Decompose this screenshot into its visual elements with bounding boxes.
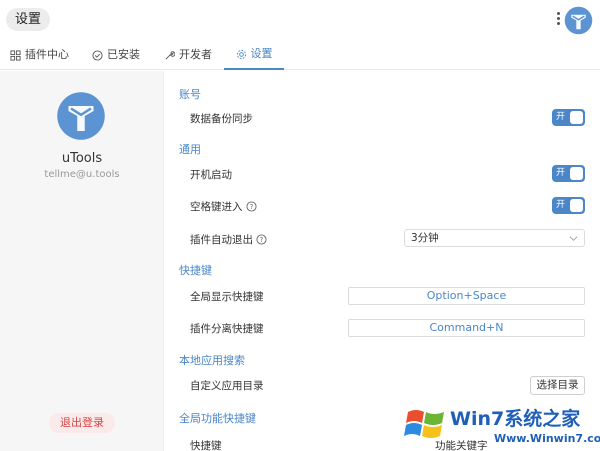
space-label-text: 空格键进入 — [190, 201, 243, 213]
global-show-label: 全局显示快捷键 — [190, 289, 264, 304]
tab-installed[interactable]: 已安装 — [92, 40, 140, 70]
settings-content: 账号 数据备份同步 开 通用 开机启动 开 空格键进入 ? 开 插件自动退出 ?… — [165, 71, 600, 451]
help-icon[interactable]: ? — [245, 201, 257, 212]
toggle-text: 开 — [556, 200, 566, 210]
main-tabs: 插件中心 已安装 开发者 设置 — [0, 40, 600, 70]
backup-label-text: 数据备份同步 — [190, 113, 253, 125]
global-show-label-text: 全局显示快捷键 — [190, 291, 264, 303]
wrench-icon — [165, 50, 175, 59]
svg-text:?: ? — [249, 203, 253, 211]
global-show-hotkey-input[interactable]: Option+Space — [348, 287, 585, 305]
watermark-url: Www.Winwin7.com — [494, 432, 600, 445]
toggle-text: 开 — [556, 112, 566, 122]
tab-plugin-center[interactable]: 插件中心 — [10, 40, 69, 70]
tab-settings[interactable]: 设置 — [224, 40, 284, 70]
app-name: uTools — [61, 151, 103, 166]
detach-label-text: 插件分离快捷键 — [190, 323, 264, 335]
gear-icon — [236, 49, 246, 59]
auto-exit-label-text: 插件自动退出 — [190, 234, 253, 246]
utools-logo-icon — [57, 92, 105, 140]
tab-label: 插件中心 — [25, 48, 69, 61]
svg-text:?: ? — [260, 236, 264, 244]
custom-dir-label: 自定义应用目录 — [190, 378, 264, 393]
backup-label: 数据备份同步 — [190, 111, 253, 126]
startup-toggle[interactable]: 开 — [552, 165, 585, 182]
custom-dir-label-text: 自定义应用目录 — [190, 380, 264, 392]
backup-toggle[interactable]: 开 — [552, 109, 585, 126]
grid-icon — [10, 49, 21, 61]
watermark-title: Win7系统之家 — [450, 408, 581, 430]
watermark: Win7系统之家 Www.Winwin7.com — [402, 400, 600, 451]
windows-logo-icon — [404, 410, 444, 438]
toggle-knob — [570, 167, 583, 180]
logout-button[interactable]: 退出登录 — [49, 413, 115, 433]
auto-exit-select[interactable]: 3分钟 — [404, 229, 585, 247]
chevron-down-icon — [569, 236, 578, 241]
select-value: 3分钟 — [411, 232, 439, 244]
tab-developer[interactable]: 开发者 — [164, 40, 212, 70]
toggle-knob — [570, 199, 583, 212]
check-circle-icon — [92, 49, 103, 61]
detach-hotkey-input[interactable]: Command+N — [348, 319, 585, 337]
toggle-knob — [570, 111, 583, 124]
section-title-hotkeys: 快捷键 — [179, 264, 212, 277]
section-title-general: 通用 — [179, 143, 201, 156]
detach-label: 插件分离快捷键 — [190, 321, 264, 336]
help-icon[interactable]: ? — [256, 234, 267, 245]
section-title-local-search: 本地应用搜索 — [179, 354, 245, 367]
auto-exit-label: 插件自动退出 ? — [190, 232, 267, 247]
more-vertical-icon[interactable] — [553, 10, 563, 30]
choose-directory-button[interactable]: 选择目录 — [530, 376, 585, 395]
sidebar: uTools tellme@u.tools 退出登录 — [0, 71, 164, 451]
utools-logo-icon[interactable] — [564, 6, 593, 35]
startup-label: 开机启动 — [190, 167, 232, 182]
toggle-text: 开 — [556, 168, 566, 178]
section-title-account: 账号 — [179, 88, 201, 101]
startup-label-text: 开机启动 — [190, 169, 232, 181]
space-toggle[interactable]: 开 — [552, 197, 585, 214]
space-label: 空格键进入 ? — [190, 199, 257, 214]
hotkey-column-header: 快捷键 — [190, 440, 222, 451]
tab-label: 设置 — [250, 47, 273, 60]
top-bar: 设置 — [0, 0, 600, 40]
search-input[interactable]: 设置 — [6, 8, 50, 31]
tab-label: 已安装 — [107, 48, 140, 61]
tab-label: 开发者 — [179, 48, 212, 61]
section-title-global-function: 全局功能快捷键 — [179, 412, 256, 425]
user-email: tellme@u.tools — [44, 169, 120, 180]
